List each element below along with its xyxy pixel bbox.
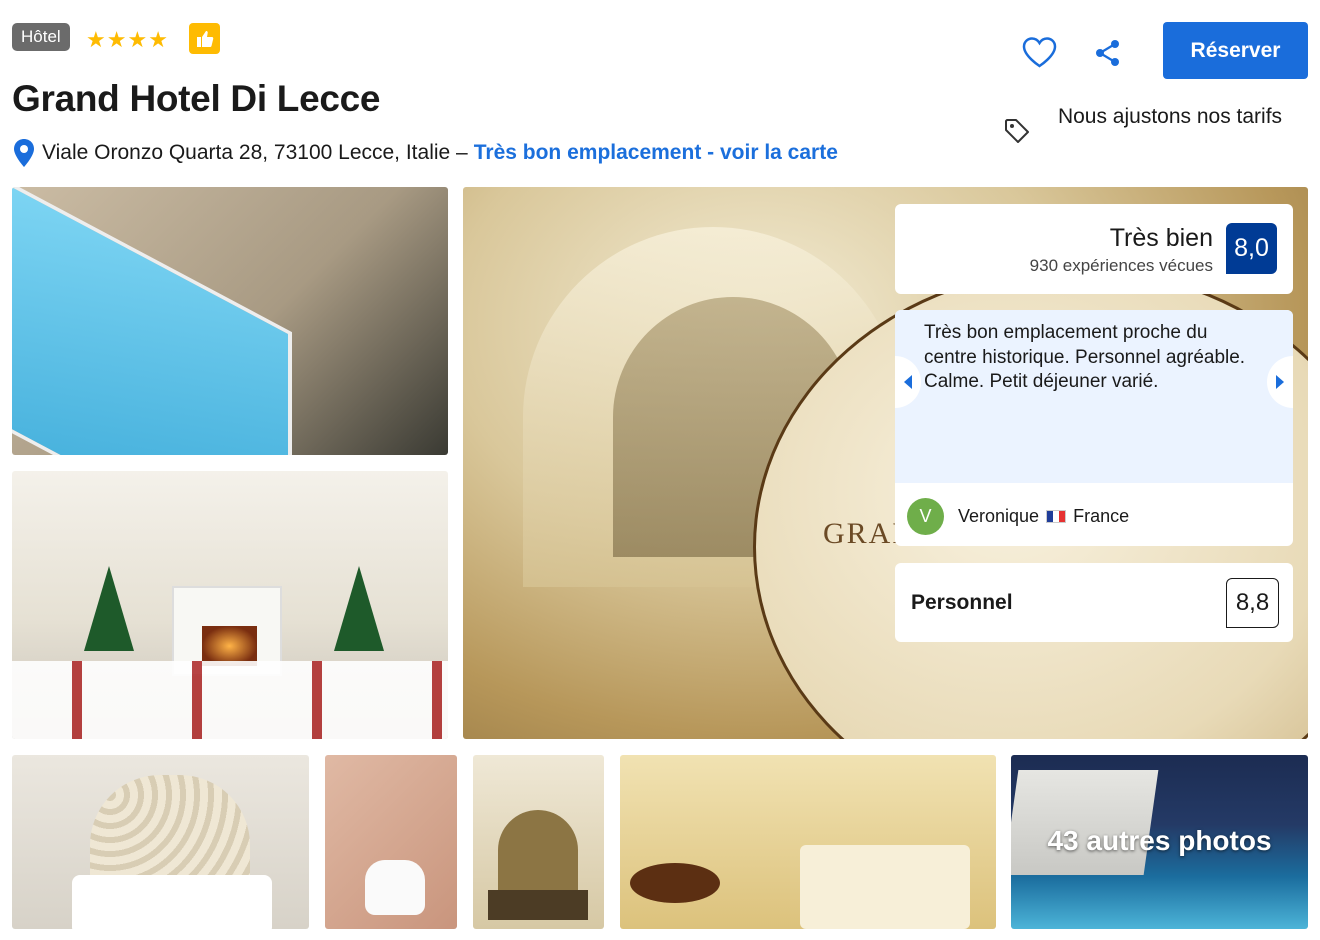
review-count: 930 expériences vécues [1029, 256, 1213, 275]
price-tag-icon [1003, 117, 1031, 150]
reviewer-name: Veronique [958, 506, 1040, 526]
avatar: V [907, 498, 944, 535]
photo-dining-room[interactable] [12, 471, 448, 739]
address-text: Viale Oronzo Quarta 28, 73100 Lecce, Ita… [42, 141, 468, 164]
property-type-badge: Hôtel [12, 23, 70, 51]
location-pin-icon [12, 138, 36, 168]
score-label: Très bien [1109, 224, 1213, 252]
review-score-card[interactable]: Très bien 930 expériences vécues 8,0 [895, 204, 1293, 294]
star-icon: ★ [127, 27, 148, 52]
subscore-label: Personnel [911, 591, 1013, 614]
review-card: Très bon emplacement proche du centre hi… [895, 310, 1293, 546]
more-photos-tile[interactable]: 43 autres photos [1011, 755, 1308, 929]
photo-hall[interactable] [473, 755, 604, 929]
hotel-title: Grand Hotel Di Lecce [12, 78, 381, 119]
chevron-right-icon [1276, 375, 1284, 389]
more-photos-label[interactable]: 43 autres photos [1011, 825, 1308, 857]
share-icon[interactable] [1093, 38, 1123, 73]
review-text: Très bon emplacement proche du centre hi… [924, 322, 1246, 392]
map-link[interactable]: Très bon emplacement - voir la carte [474, 141, 838, 165]
chevron-left-icon [904, 375, 912, 389]
reviewer-info: V Veronique France [907, 498, 1129, 535]
address-row: Viale Oronzo Quarta 28, 73100 Lecce, Ita… [12, 138, 838, 168]
score-badge: 8,0 [1226, 223, 1277, 274]
thumbs-up-icon[interactable] [189, 23, 220, 54]
photo-room[interactable] [620, 755, 996, 929]
price-match-text: Nous ajustons nos tarifs [1057, 105, 1283, 128]
star-icon: ★ [106, 27, 127, 52]
star-icon: ★ [86, 27, 106, 52]
france-flag-icon [1046, 510, 1067, 523]
reviewer-country: France [1073, 506, 1130, 526]
reserve-button[interactable]: Réserver [1163, 22, 1308, 79]
photo-bathroom[interactable] [325, 755, 457, 929]
subscore-card: Personnel 8,8 [895, 563, 1293, 642]
photo-pool[interactable] [12, 187, 448, 455]
star-rating: ★ ★ ★ ★ [86, 28, 168, 52]
heart-icon[interactable] [1021, 36, 1058, 74]
star-icon: ★ [148, 27, 168, 52]
photo-bedroom[interactable] [12, 755, 309, 929]
subscore-badge: 8,8 [1226, 578, 1279, 628]
